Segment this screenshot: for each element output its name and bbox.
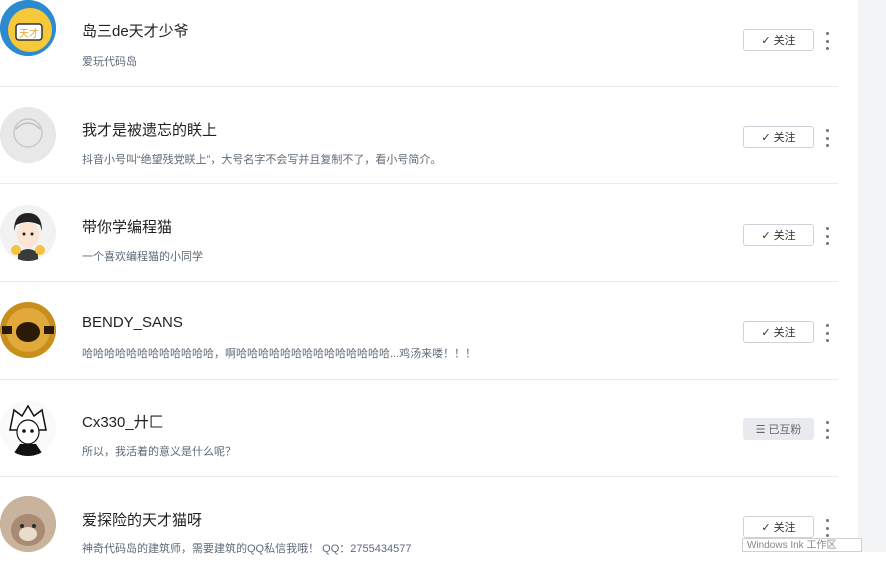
follow-button[interactable]: ✓ 关注 — [743, 29, 814, 51]
user-bio: 抖音小号叫“绝望残党眹上”，大号名字不会写并且复制不了，看小号简介。 — [82, 154, 442, 166]
list-item: Cx330_廾匚 所以，我活着的意义是什么呢？ ☰ 已互粉 — [0, 380, 838, 477]
scrollbar-track[interactable] — [858, 0, 886, 552]
avatar[interactable] — [0, 400, 56, 456]
follow-button[interactable]: ✓ 关注 — [743, 516, 814, 538]
user-bio: 所以，我活着的意义是什么呢？ — [82, 446, 236, 458]
avatar[interactable]: 天才 — [0, 0, 56, 56]
follow-button-label: 关注 — [773, 230, 796, 242]
list-icon: ☰ — [755, 423, 766, 436]
user-bio: 爱玩代码岛 — [82, 56, 137, 68]
check-icon: ✓ — [761, 229, 771, 242]
list-item: BENDY_SANS 哈哈哈哈哈哈哈哈哈哈哈哈，啊哈哈哈哈哈哈哈哈哈哈哈哈哈哈.… — [0, 283, 838, 380]
check-icon: ✓ — [761, 34, 771, 47]
row-divider — [0, 476, 838, 477]
follow-button-label: 关注 — [773, 132, 796, 144]
avatar[interactable] — [0, 496, 56, 552]
follow-button[interactable]: ✓ 关注 — [743, 126, 814, 148]
more-options-icon[interactable] — [822, 519, 832, 537]
list-item: 爱探险的天才猫呀 神奇代码岛的建筑师，需要建筑的QQ私信我哦！ QQ：27554… — [0, 478, 838, 575]
follow-button-label: 关注 — [773, 327, 796, 339]
list-item: 我才是被遗忘的眹上 抖音小号叫“绝望残党眹上”，大号名字不会写并且复制不了，看小… — [0, 87, 838, 184]
list-item: 天才 岛三de天才少爷 爱玩代码岛 ✓ 关注 — [0, 0, 838, 87]
check-icon: ✓ — [761, 326, 771, 339]
user-name[interactable]: 爱探险的天才猫呀 — [82, 509, 202, 530]
follow-button[interactable]: ✓ 关注 — [743, 321, 814, 343]
user-bio: 哈哈哈哈哈哈哈哈哈哈哈哈，啊哈哈哈哈哈哈哈哈哈哈哈哈哈哈...鸡汤来喽！！！ — [82, 348, 477, 360]
more-options-icon[interactable] — [822, 324, 832, 342]
user-bio: 一个喜欢编程猫的小同学 — [82, 251, 203, 263]
row-divider — [0, 281, 838, 282]
list-item: 带你学编程猫 一个喜欢编程猫的小同学 ✓ 关注 — [0, 185, 838, 282]
user-name[interactable]: Cx330_廾匚 — [82, 411, 164, 432]
mutual-follow-button[interactable]: ☰ 已互粉 — [743, 418, 814, 440]
mutual-button-label: 已互粉 — [768, 424, 802, 436]
user-name[interactable]: 岛三de天才少爷 — [82, 20, 189, 41]
more-options-icon[interactable] — [822, 129, 832, 147]
windows-ink-watermark: Windows Ink 工作区 — [742, 538, 862, 552]
avatar[interactable] — [0, 302, 56, 358]
row-divider — [0, 183, 838, 184]
user-name[interactable]: 我才是被遗忘的眹上 — [82, 119, 217, 140]
more-options-icon[interactable] — [822, 227, 832, 245]
avatar[interactable] — [0, 205, 56, 261]
follow-button-label: 关注 — [773, 35, 796, 47]
user-name[interactable]: BENDY_SANS — [82, 314, 183, 331]
user-list: 天才 岛三de天才少爷 爱玩代码岛 ✓ 关注 我才是被遗忘的眹上 抖音小号叫“绝… — [0, 0, 838, 555]
more-options-icon[interactable] — [822, 421, 832, 439]
user-bio: 神奇代码岛的建筑师，需要建筑的QQ私信我哦！ QQ：2755434577 — [82, 543, 412, 555]
check-icon: ✓ — [761, 131, 771, 144]
more-options-icon[interactable] — [822, 32, 832, 50]
follow-button-label: 关注 — [773, 522, 796, 534]
avatar-badge-text: 天才 — [19, 27, 39, 40]
follow-button[interactable]: ✓ 关注 — [743, 224, 814, 246]
avatar[interactable] — [0, 107, 56, 163]
user-name[interactable]: 带你学编程猫 — [82, 216, 172, 237]
check-icon: ✓ — [761, 521, 771, 534]
